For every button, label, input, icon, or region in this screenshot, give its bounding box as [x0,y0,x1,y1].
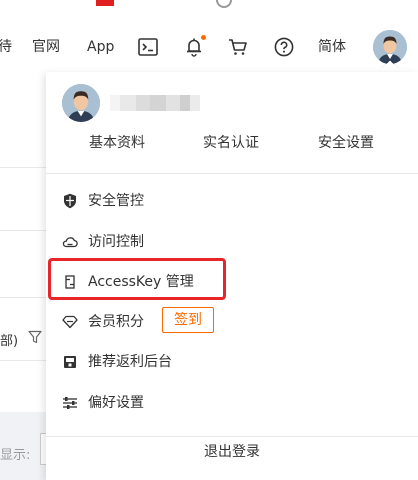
divider [0,230,46,231]
profile-link-basic-info[interactable]: 基本资料 [89,132,145,152]
dropdown-divider [46,173,418,174]
terminal-icon[interactable] [136,35,160,59]
hint-label: 显示: [0,448,31,463]
highlight-annotation [48,258,226,300]
menu-item-label: 偏好设置 [88,395,144,411]
cloud-icon [62,234,78,250]
checkin-button[interactable]: 签到 [162,307,214,333]
sliders-icon [62,395,78,411]
profile-link-security[interactable]: 安全设置 [318,132,374,152]
menu-item-label: 会员积分 [88,314,144,330]
menu-item-preferences[interactable]: 偏好设置 [46,383,418,423]
bell-icon[interactable] [182,35,206,59]
menu-item-label: 访问控制 [88,234,144,250]
divider [0,167,46,168]
nav-partial-item[interactable]: 待 [0,22,12,72]
profile-links: 基本资料 实名认证 安全设置 [46,132,418,158]
top-navbar: 待 官网 App 简体 [0,22,418,73]
menu-item-label: 安全管控 [88,193,144,209]
menu-item-referral-rebate[interactable]: 推荐返利后台 [46,342,418,382]
nav-language[interactable]: 简体 [318,22,346,72]
logout-button[interactable]: 退出登录 [46,437,418,480]
cart-icon[interactable] [226,35,250,59]
gift-icon [62,354,78,370]
user-dropdown-menu: 基本资料 实名认证 安全设置 安全管控 访问控制 AccessKey 管理 会员… [46,72,418,480]
profile-link-real-name[interactable]: 实名认证 [203,132,259,152]
menu-item-access-control[interactable]: 访问控制 [46,222,418,262]
logo-fragment [96,0,114,6]
nav-official-site[interactable]: 官网 [32,22,60,72]
dropdown-avatar [62,84,100,122]
divider [0,297,46,298]
nav-app[interactable]: App [87,22,114,72]
diamond-icon [62,314,78,330]
shield-icon [62,193,78,209]
menu-item-label: 推荐返利后台 [88,354,172,370]
top-strip [0,0,418,22]
filter-icon[interactable] [28,329,42,348]
filter-label: 部) [0,334,19,349]
user-avatar[interactable] [373,30,407,64]
icon-fragment [216,0,232,8]
notification-dot [201,35,206,40]
menu-item-member-points[interactable]: 会员积分 签到 [46,302,418,342]
help-icon[interactable] [272,35,296,59]
blurred-username [110,95,200,111]
menu-item-security-control[interactable]: 安全管控 [46,181,418,221]
divider [0,360,46,361]
